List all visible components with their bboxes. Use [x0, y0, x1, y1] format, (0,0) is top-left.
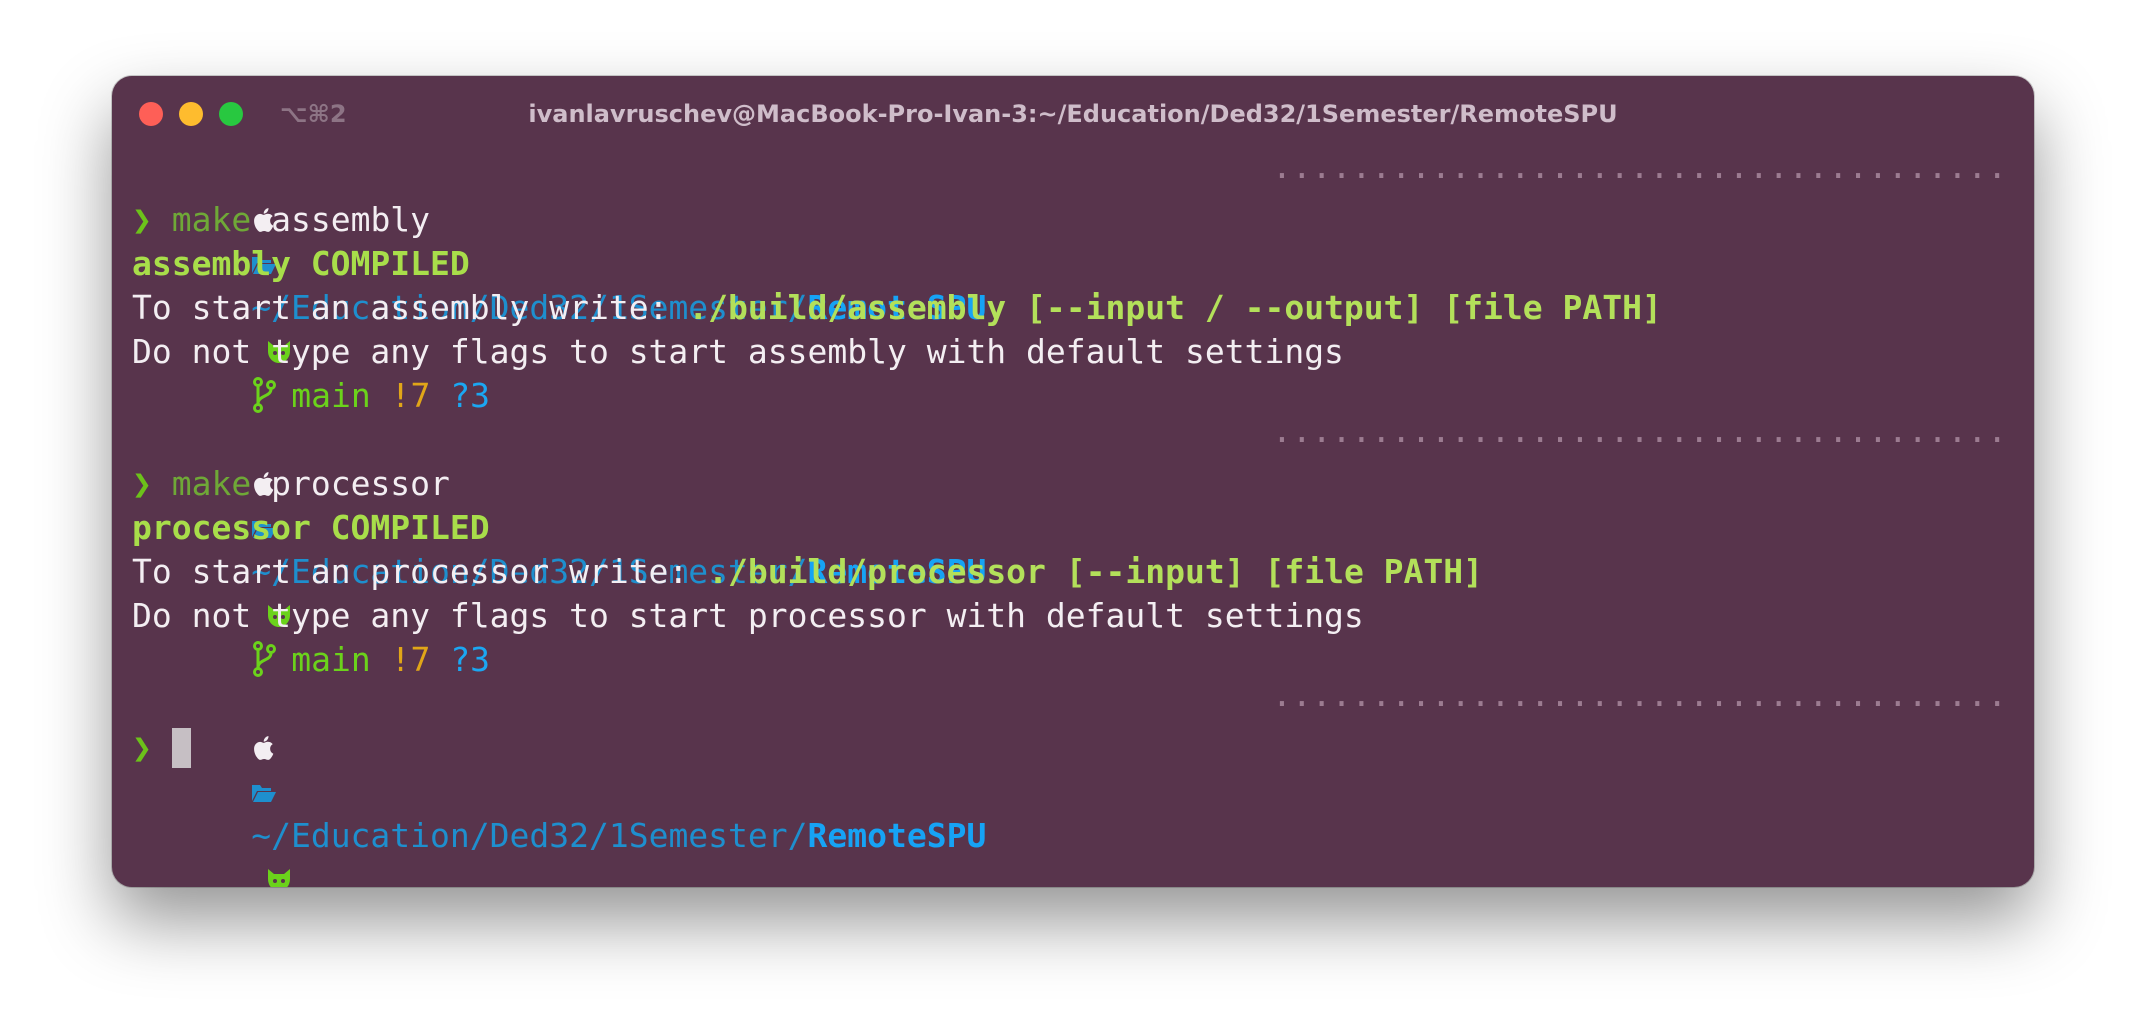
usage-command: ./build/assembly [--input / --output] [f… — [688, 288, 1662, 327]
usage-prefix: To start an processor write: — [132, 552, 709, 591]
git-modified-count: !7 — [390, 640, 431, 679]
prompt-line: ~/Education/Ded32/1Semester/RemoteSPU ma… — [132, 418, 2014, 679]
usage-line: To start an assembly write: ./build/asse… — [132, 286, 2014, 330]
prompt-filler-dots: ········································… — [1272, 684, 2014, 723]
hint-line: Do not type any flags to start processor… — [132, 596, 1364, 635]
git-branch-name: main — [291, 640, 371, 679]
prompt-path: ~/Education/Ded32/1Semester/ — [251, 816, 808, 855]
hint-line: Do not type any flags to start assembly … — [132, 332, 1344, 371]
command-keyword: make — [171, 464, 252, 503]
compiled-message: assembly COMPILED — [132, 244, 470, 283]
git-modified-count: !7 — [390, 376, 431, 415]
prompt-filler-dots: ········································… — [1272, 420, 2014, 459]
command-line: ❯ make assembly — [132, 198, 2014, 242]
usage-command: ./build/processor [--input] [file PATH] — [708, 552, 1484, 591]
text-cursor[interactable] — [171, 728, 191, 768]
command-line: ❯ make processor — [132, 462, 2014, 506]
git-branch-icon — [253, 377, 277, 413]
command-keyword: make — [171, 200, 252, 239]
terminal-window: ⌥⌘2 ivanlavruschev@MacBook-Pro-Ivan-3:~/… — [112, 76, 2034, 887]
git-branch-icon — [253, 641, 277, 677]
title-bar[interactable]: ⌥⌘2 ivanlavruschev@MacBook-Pro-Ivan-3:~/… — [112, 76, 2034, 152]
command-argument: processor — [251, 464, 450, 503]
command-argument: assembly — [251, 200, 431, 239]
usage-line: To start an processor write: ./build/pro… — [132, 550, 2014, 594]
compiled-message: processor COMPILED — [132, 508, 490, 547]
github-cat-icon — [268, 869, 291, 887]
git-untracked-count: ?3 — [450, 376, 490, 415]
prompt-filler-dots: ········································… — [1272, 156, 2014, 195]
folder-open-icon — [252, 785, 277, 802]
prompt-chevron: ❯ — [132, 728, 152, 767]
git-untracked-count: ?3 — [450, 640, 490, 679]
git-branch-name: main — [291, 376, 371, 415]
prompt-line: ~/Education/Ded32/1Semester/RemoteSPU ma… — [132, 154, 2014, 415]
prompt-chevron: ❯ — [132, 464, 152, 503]
prompt-chevron: ❯ — [132, 200, 152, 239]
terminal-output[interactable]: ~/Education/Ded32/1Semester/RemoteSPU ma… — [132, 154, 2014, 887]
input-line[interactable]: ❯ — [132, 726, 2014, 770]
prompt-line: ~/Education/Ded32/1Semester/RemoteSPU ma… — [132, 682, 2014, 887]
window-title: ivanlavruschev@MacBook-Pro-Ivan-3:~/Educ… — [528, 100, 1618, 128]
usage-prefix: To start an assembly write: — [132, 288, 689, 327]
prompt-dir: RemoteSPU — [807, 816, 987, 855]
